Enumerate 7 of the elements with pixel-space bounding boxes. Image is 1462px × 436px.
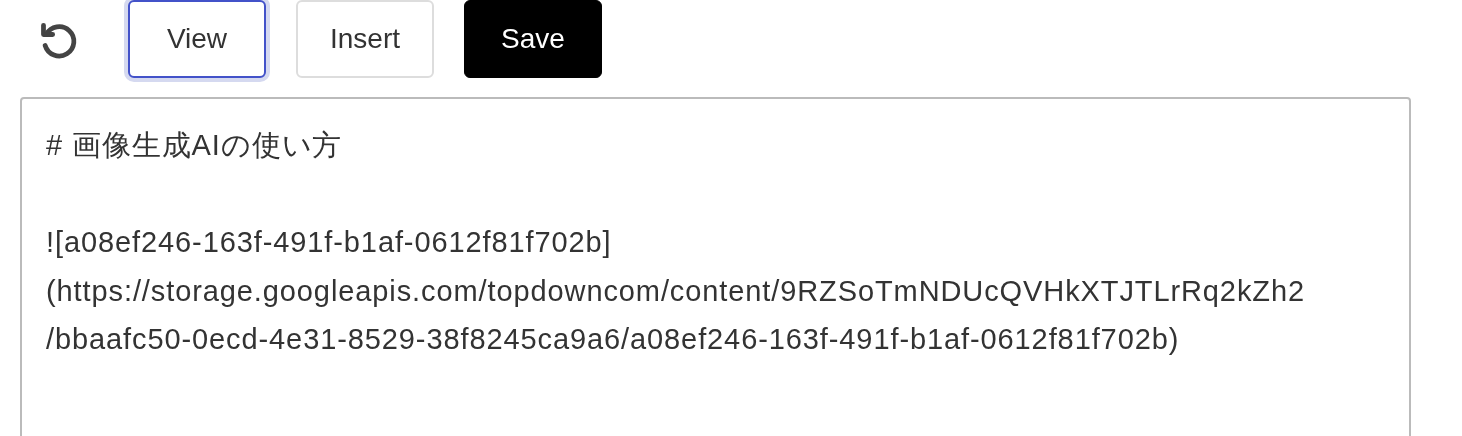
editor-line: # 画像生成AIの使い方 (46, 128, 343, 163)
markdown-editor[interactable] (20, 97, 1411, 436)
editor-line: ![a08ef246-163f-491f-b1af-0612f81f702b] (46, 225, 612, 260)
save-button[interactable]: Save (464, 0, 602, 78)
editor-line: (https://storage.googleapis.com/topdowncom/content/9RZSoTmNDUcQVHkXTJTLrRq2kZh2 (46, 273, 1305, 309)
toolbar-button[interactable]: Insert (296, 0, 434, 78)
editor-line: /bbaafc50-0ecd-4e31-8529-38f8245ca9a6/a08ef246-163f-491f-b1af-0612f81f702b) (46, 322, 1180, 357)
